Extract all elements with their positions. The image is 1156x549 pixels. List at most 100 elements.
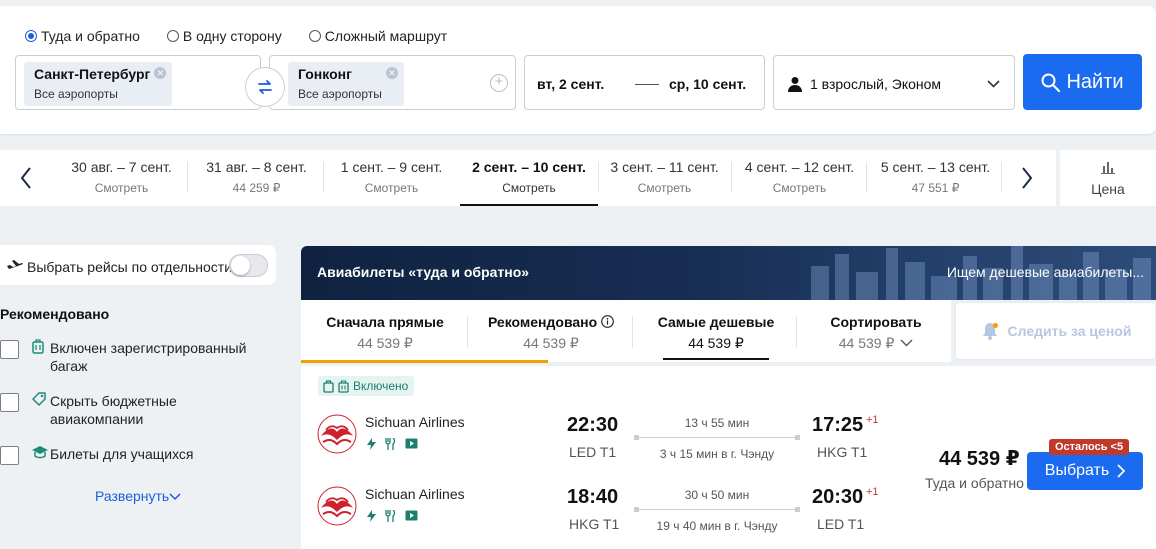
info-icon[interactable] [601, 315, 614, 328]
date-price: Смотреть [772, 181, 827, 195]
checkbox[interactable] [0, 446, 19, 465]
sort-label: Самые дешевые [657, 314, 775, 330]
separate-flights-toggle[interactable] [229, 254, 268, 277]
route-line [634, 507, 800, 512]
flight-segment-inbound: Sichuan Airlines 18:40 HKG T1 30 ч 50 ми… [301, 486, 941, 546]
date-range: 4 сент. – 12 сент. [744, 159, 855, 175]
date-option[interactable]: 5 сент. – 13 сент. 47 551 ₽ [869, 150, 1002, 206]
find-button[interactable]: Найти [1023, 54, 1142, 110]
origin-field[interactable]: Санкт-Петербург Все аэропорты ✕ [15, 55, 261, 110]
arrival-time: 17:25 [812, 414, 864, 436]
date-price: 44 259 ₽ [232, 181, 281, 195]
filter-checked-baggage[interactable]: Включен зарегистрированный багаж [0, 339, 250, 375]
amenities [367, 438, 418, 450]
date-price: Смотреть [502, 181, 556, 195]
add-stop-icon[interactable]: + [490, 74, 508, 92]
entertainment-icon [405, 438, 418, 449]
prev-dates-button[interactable] [13, 164, 39, 192]
ticket-price: 44 539 ₽ [939, 448, 1020, 470]
clear-destination-icon[interactable]: ✕ [385, 67, 398, 79]
expand-filters-link[interactable]: Развернуть [95, 488, 181, 504]
trip-type-roundtrip[interactable]: Туда и обратно [25, 28, 140, 44]
passengers-value: 1 взрослый, Эконом [810, 76, 942, 92]
seats-left-badge: Осталось <5 [1049, 439, 1130, 455]
date-separator [635, 84, 659, 85]
arrival-airport: LED T1 [817, 516, 865, 532]
clear-origin-icon[interactable]: ✕ [154, 67, 167, 79]
date-option[interactable]: 4 сент. – 12 сент. Смотреть [733, 150, 866, 206]
trip-type-oneway[interactable]: В одну сторону [166, 28, 282, 44]
separate-flights-label: Выбрать рейсы по отдельности [27, 259, 233, 275]
filter-students[interactable]: Билеты для учащихся [0, 445, 194, 465]
ticket-card[interactable]: Включено Sichuan Airlines 22:30 LED T1 1… [301, 366, 1156, 549]
bar-chart-icon [1101, 162, 1115, 174]
date-option[interactable]: 1 сент. – 9 сент. Смотреть [325, 150, 458, 206]
trip-type-group: Туда и обратно В одну сторону Сложный ма… [25, 28, 447, 44]
sort-label: Сначала прямые [326, 314, 444, 330]
sichuan-airlines-logo [317, 486, 357, 526]
divider [467, 316, 468, 348]
stopover-info: 3 ч 15 мин в г. Чэнду [659, 447, 775, 461]
sort-tab-direct[interactable]: Сначала прямые 44 539 ₽ [318, 300, 452, 362]
flight-segment-outbound: Sichuan Airlines 22:30 LED T1 13 ч 55 ми… [301, 414, 941, 474]
select-label: Выбрать [1044, 462, 1110, 479]
select-ticket-button[interactable]: Выбрать [1027, 452, 1143, 490]
find-button-label: Найти [1066, 70, 1124, 93]
flight-duration: 13 ч 55 мин [684, 416, 750, 430]
expand-label: Развернуть [95, 488, 170, 504]
departure-airport: LED T1 [569, 444, 617, 460]
sort-tab-recommended[interactable]: Рекомендовано 44 539 ₽ [482, 300, 620, 362]
return-date: ср, 10 сент. [669, 76, 747, 92]
date-strip: 30 авг. – 7 сент. Смотреть 31 авг. – 8 с… [0, 150, 1056, 206]
trip-type-label: В одну сторону [182, 28, 282, 44]
power-outlet-icon [367, 510, 376, 522]
luggage-icon [338, 379, 349, 393]
stopover-info: 19 ч 40 мин в г. Чэнду [656, 519, 778, 533]
date-price: Смотреть [637, 181, 692, 195]
dates-field[interactable]: вт, 2 сент. ср, 10 сент. [524, 55, 765, 110]
next-dates-button[interactable] [1014, 164, 1040, 192]
radio-icon[interactable] [308, 30, 321, 42]
filter-label: Билеты для учащихся [50, 446, 194, 462]
watch-price-label: Следить за ценой [1007, 323, 1132, 339]
origin-city: Санкт-Петербург [34, 66, 151, 82]
price-chart-button[interactable]: Цена [1060, 150, 1156, 206]
date-range: 31 авг. – 8 сент. [206, 159, 307, 175]
sort-label: Сортировать [830, 314, 922, 330]
sort-tab-cheapest[interactable]: Самые дешевые 44 539 ₽ [653, 300, 779, 362]
trip-type-multicity[interactable]: Сложный маршрут [308, 28, 447, 44]
filter-section-title: Рекомендовано [0, 306, 110, 322]
origin-chip: Санкт-Петербург Все аэропорты ✕ [24, 62, 173, 106]
passengers-field[interactable]: 1 взрослый, Эконом [773, 55, 1015, 110]
destination-city: Гонконг [298, 66, 352, 82]
divider [866, 162, 867, 192]
radio-icon[interactable] [166, 30, 179, 42]
date-price: 47 551 ₽ [911, 181, 960, 195]
departure-time: 18:40 [567, 486, 619, 508]
divider [187, 162, 188, 192]
date-option[interactable]: 30 авг. – 7 сент. Смотреть [55, 150, 188, 206]
date-price: Смотреть [364, 181, 419, 195]
filter-hide-budget[interactable]: Скрыть бюджетные авиакомпании [0, 392, 230, 428]
watch-price-button[interactable]: Следить за ценой [955, 302, 1156, 360]
divider [632, 316, 633, 348]
chevron-down-icon [987, 80, 1000, 88]
chevron-down-icon [169, 493, 181, 501]
date-option[interactable]: 31 авг. – 8 сент. 44 259 ₽ [190, 150, 323, 206]
checkbox[interactable] [0, 340, 19, 359]
divider [323, 162, 324, 192]
chevron-down-icon [900, 339, 913, 347]
checkbox[interactable] [0, 393, 19, 412]
sort-dropdown[interactable]: Сортировать 44 539 ₽ [816, 300, 936, 362]
trip-type-label: Туда и обратно [41, 28, 140, 44]
date-range: 2 сент. – 10 сент. [472, 159, 586, 175]
swap-cities-button[interactable] [245, 67, 285, 107]
date-option-active[interactable]: 2 сент. – 10 сент. Смотреть [460, 150, 598, 206]
luggage-icon [32, 339, 50, 375]
date-option[interactable]: 3 сент. – 11 сент. Смотреть [598, 150, 731, 206]
filter-label: Включен зарегистрированный багаж [50, 340, 247, 374]
amenities [367, 510, 418, 522]
destination-field[interactable]: Гонконг Все аэропорты ✕ + [269, 55, 516, 110]
sort-price: 44 539 ₽ [688, 335, 744, 351]
radio-selected-icon[interactable] [25, 30, 37, 42]
